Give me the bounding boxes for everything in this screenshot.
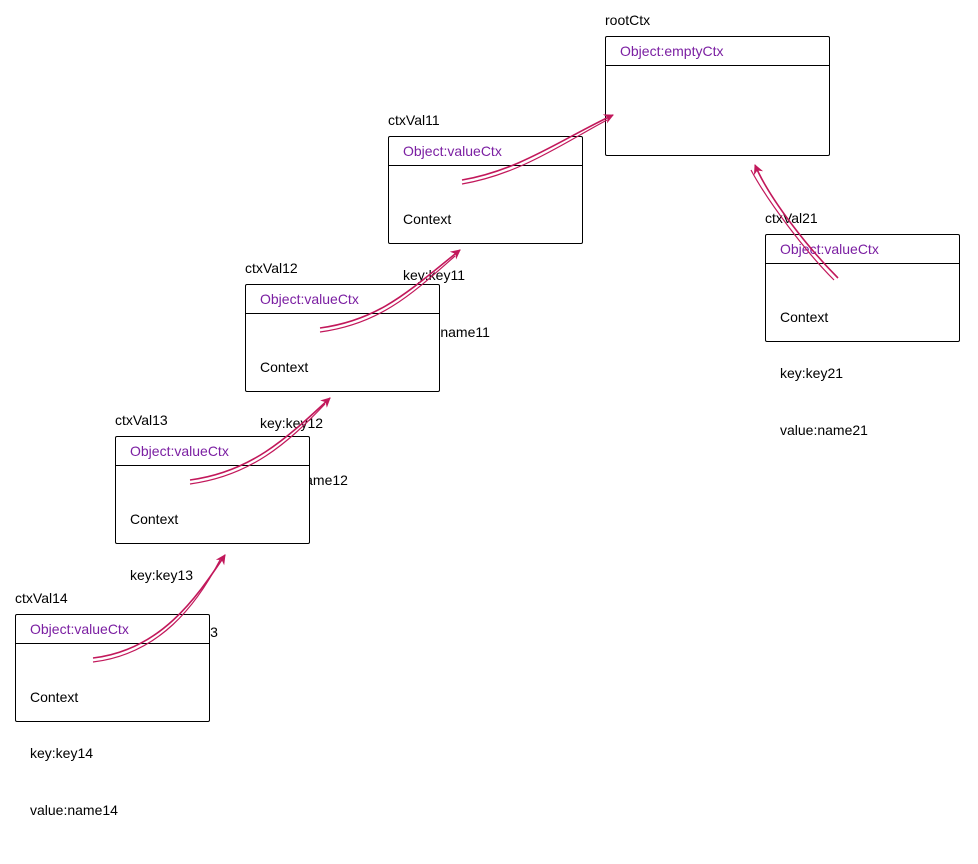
node-label-ctxval13: ctxVal13 bbox=[115, 412, 168, 428]
node-label-ctxval21: ctxVal21 bbox=[765, 210, 818, 226]
body-key: key:key13 bbox=[130, 566, 299, 585]
body-context: Context bbox=[260, 358, 429, 377]
body-context: Context bbox=[130, 510, 299, 529]
node-box-rootctx: Object:emptyCtx bbox=[605, 36, 830, 156]
body-context: Context bbox=[30, 688, 199, 707]
node-box-ctxval13: Object:valueCtx Context key:key13 value:… bbox=[115, 436, 310, 544]
node-header-ctxval21: Object:valueCtx bbox=[766, 235, 959, 264]
body-context: Context bbox=[780, 308, 949, 327]
node-header-ctxval14: Object:valueCtx bbox=[16, 615, 209, 644]
body-key: key:key11 bbox=[403, 266, 572, 285]
node-body-ctxval14: Context key:key14 value:name14 bbox=[16, 644, 209, 864]
node-box-ctxval12: Object:valueCtx Context key:key12 value:… bbox=[245, 284, 440, 392]
node-header-ctxval13: Object:valueCtx bbox=[116, 437, 309, 466]
body-value: value:name21 bbox=[780, 421, 949, 440]
node-header-ctxval12: Object:valueCtx bbox=[246, 285, 439, 314]
body-key: key:key14 bbox=[30, 744, 199, 763]
node-body-ctxval21: Context key:key21 value:name21 bbox=[766, 264, 959, 484]
node-body-rootctx bbox=[606, 66, 829, 78]
node-header-ctxval11: Object:valueCtx bbox=[389, 137, 582, 166]
node-box-ctxval11: Object:valueCtx Context key:key11 value:… bbox=[388, 136, 583, 244]
body-context: Context bbox=[403, 210, 572, 229]
body-value: value:name14 bbox=[30, 801, 199, 820]
node-label-rootctx: rootCtx bbox=[605, 12, 650, 28]
body-key: key:key21 bbox=[780, 364, 949, 383]
body-key: key:key12 bbox=[260, 414, 429, 433]
node-box-ctxval21: Object:valueCtx Context key:key21 value:… bbox=[765, 234, 960, 342]
node-label-ctxval14: ctxVal14 bbox=[15, 590, 68, 606]
diagram-canvas: { "colors": { "header_text": "#7B1FA2", … bbox=[0, 0, 978, 763]
node-box-ctxval14: Object:valueCtx Context key:key14 value:… bbox=[15, 614, 210, 722]
node-label-ctxval11: ctxVal11 bbox=[388, 112, 440, 128]
node-label-ctxval12: ctxVal12 bbox=[245, 260, 298, 276]
node-header-rootctx: Object:emptyCtx bbox=[606, 37, 829, 66]
